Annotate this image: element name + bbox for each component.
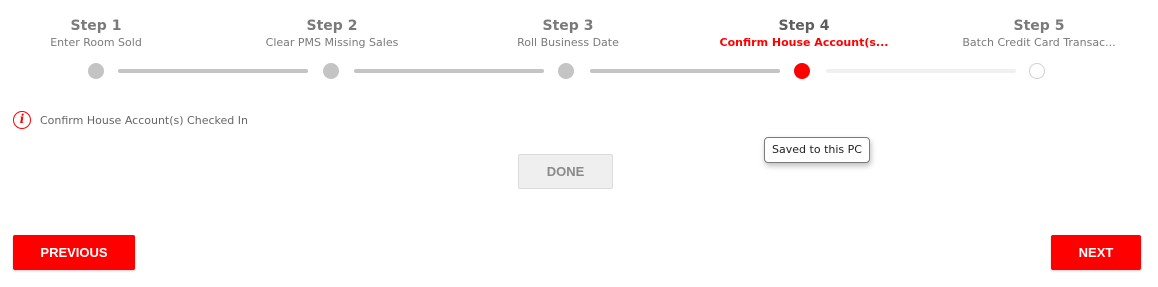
step-title: Step 5 <box>1013 18 1065 34</box>
step-2[interactable]: Step 2 Clear PMS Missing Sales <box>212 17 452 50</box>
progress-track <box>590 69 780 73</box>
step-5[interactable]: Step 5 Batch Credit Card Transac... <box>919 17 1158 50</box>
step-subtitle: Confirm House Account(s... <box>719 36 889 49</box>
progress-track <box>354 69 544 73</box>
done-button[interactable]: DONE <box>518 154 613 189</box>
step-1[interactable]: Step 1 Enter Room Sold <box>0 17 216 50</box>
step-title: Step 4 <box>778 18 830 34</box>
step-subtitle: Roll Business Date <box>517 36 619 49</box>
next-button[interactable]: NEXT <box>1051 235 1141 270</box>
step-title: Step 2 <box>306 18 358 34</box>
step-3-dot[interactable] <box>558 63 574 79</box>
step-1-dot[interactable] <box>88 63 104 79</box>
progress-track <box>118 69 308 73</box>
step-info: i Confirm House Account(s) Checked In <box>13 111 248 129</box>
step-subtitle: Clear PMS Missing Sales <box>265 36 399 49</box>
step-2-dot[interactable] <box>323 63 339 79</box>
step-subtitle: Enter Room Sold <box>50 36 142 49</box>
step-5-dot[interactable] <box>1029 63 1045 79</box>
saved-tooltip: Saved to this PC <box>764 137 870 163</box>
previous-button[interactable]: PREVIOUS <box>13 235 135 270</box>
wizard-page: Step 1 Enter Room Sold Step 2 Clear PMS … <box>0 0 1158 287</box>
step-4-dot[interactable] <box>794 63 810 79</box>
step-subtitle: Batch Credit Card Transac... <box>962 36 1116 49</box>
progress-track-pending <box>826 69 1016 73</box>
step-title: Step 1 <box>70 18 122 34</box>
step-3[interactable]: Step 3 Roll Business Date <box>448 17 688 50</box>
info-icon: i <box>13 111 31 129</box>
info-message: Confirm House Account(s) Checked In <box>40 113 248 127</box>
step-title: Step 3 <box>542 18 594 34</box>
step-4[interactable]: Step 4 Confirm House Account(s... <box>684 17 924 50</box>
